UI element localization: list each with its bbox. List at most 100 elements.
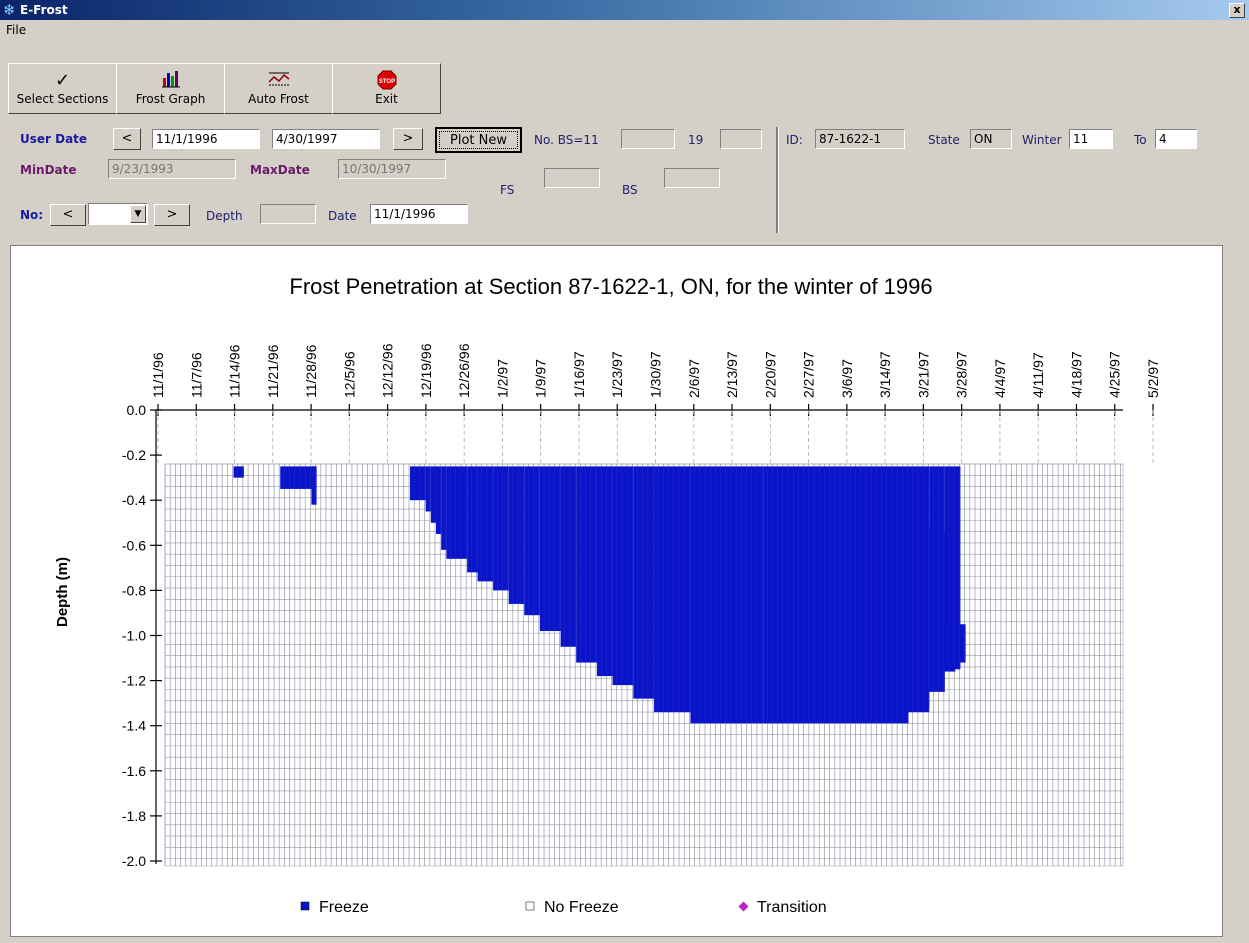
x-tick-label: 12/12/96 [380,343,396,398]
freeze-block [493,466,509,591]
depth-label: Depth [206,209,243,223]
freeze-block [596,466,613,677]
x-tick-label: 12/5/96 [341,351,357,398]
freeze-block [467,466,478,573]
y-tick-label: -0.2 [122,447,146,463]
no-select[interactable]: ▼ [88,203,148,225]
y-tick-label: -1.4 [122,718,146,734]
vertical-scrollbar[interactable] [1229,245,1245,935]
bar-chart-icon [117,70,224,92]
freeze-block [539,466,561,631]
frost-graph-button[interactable]: Frost Graph [116,63,225,114]
state-label: State [928,133,960,147]
freeze-block [690,466,764,724]
y-axis-label: Depth (m) [54,557,71,627]
date-input[interactable]: 11/1/1996 [370,204,468,224]
x-tick-label: 3/14/97 [877,351,893,398]
x-tick-label: 2/20/97 [762,351,778,398]
freeze-block [430,466,436,523]
freeze-block [436,466,442,535]
frost-graph-label: Frost Graph [135,92,206,106]
no-bs-label: No. BS=11 [534,133,599,147]
winter-label: Winter [1022,133,1062,147]
min-date-label: MinDate [20,163,77,177]
date-label: Date [328,209,357,223]
select-sections-button[interactable]: ✓ Select Sections [8,63,117,114]
x-tick-label: 4/25/97 [1107,351,1123,398]
exit-label: Exit [375,92,398,106]
legend: Freeze No Freeze Transition [300,899,827,916]
x-tick-label: 1/23/97 [609,351,625,398]
legend-no-freeze-marker [525,901,535,911]
x-tick-label: 2/13/97 [724,351,740,398]
id-field: 87-1622-1 [815,129,905,149]
legend-label: Freeze [319,899,369,916]
snowflake-icon: ❄ [3,1,16,19]
auto-frost-button[interactable]: Auto Frost [224,63,333,114]
freeze-block [441,466,447,550]
x-tick-label: 3/21/97 [915,351,931,398]
to-label: To [1134,133,1147,147]
window-title: E-Frost [20,3,68,17]
freeze-block [311,466,317,505]
no-label: No: [20,208,44,222]
freeze-block [477,466,494,582]
freeze-block [233,466,244,478]
freeze-block [446,466,468,559]
close-button[interactable]: x [1229,3,1245,18]
select-sections-label: Select Sections [16,92,109,106]
freeze-block [410,466,426,501]
x-tick-label: 3/28/97 [954,351,970,398]
auto-chart-icon [225,70,332,92]
x-tick-label: 2/27/97 [801,351,817,398]
y-tick-label: -1.8 [122,808,146,824]
winter-input[interactable]: 11 [1069,129,1113,149]
state-field: ON [970,129,1012,149]
user-date-to-input[interactable]: 4/30/1997 [272,129,380,149]
fs-label: FS [500,183,515,197]
bs-field [664,168,720,188]
stop-sign-icon: STOP [333,70,440,92]
x-tick-label: 12/19/96 [418,343,434,398]
y-tick-label: -0.8 [122,582,146,598]
min-date-field: 9/23/1993 [108,159,236,179]
exit-button[interactable]: STOP Exit [332,63,441,114]
x-tick-label: 1/30/97 [648,351,664,398]
x-tick-label: 5/2/97 [1145,359,1161,398]
x-tick-label: 1/2/97 [494,359,510,398]
x-tick-label: 11/14/96 [227,344,243,398]
legend-transition-marker [738,901,749,912]
depth-field [260,204,316,224]
chevron-down-icon[interactable]: ▼ [130,205,146,223]
svg-text:STOP: STOP [378,79,394,85]
no-next-button[interactable]: > [154,204,190,226]
y-tick-label: -2.0 [122,853,146,869]
user-date-next-button[interactable]: > [393,128,423,150]
legend-freeze-marker [300,901,310,911]
freeze-block [508,466,525,604]
user-date-from-input[interactable]: 11/1/1996 [152,129,260,149]
y-tick-label: -0.6 [122,537,146,553]
id-label: ID: [786,133,803,147]
legend-label: No Freeze [544,899,619,916]
to-input[interactable]: 4 [1155,129,1197,149]
title-bar: ❄ E-Frost x [0,0,1249,20]
freeze-block [654,466,691,713]
max-date-field: 10/30/1997 [338,159,446,179]
freeze-block [882,527,930,708]
freeze-block [280,466,317,489]
x-tick-label: 1/16/97 [571,351,587,398]
y-tick-label: 0.0 [127,402,147,418]
x-tick-label: 11/28/96 [303,344,319,398]
y-tick-label: -0.4 [122,492,146,508]
plot-new-button[interactable]: Plot New [435,127,522,153]
auto-frost-label: Auto Frost [248,92,309,106]
user-date-prev-button[interactable]: < [113,128,141,150]
menu-file[interactable]: File [6,23,26,37]
freeze-block [944,624,966,663]
fs-field [544,168,600,188]
no-prev-button[interactable]: < [50,204,86,226]
x-tick-label: 11/7/96 [188,352,204,398]
x-tick-label: 11/1/96 [150,352,166,398]
y-tick-label: -1.6 [122,763,146,779]
